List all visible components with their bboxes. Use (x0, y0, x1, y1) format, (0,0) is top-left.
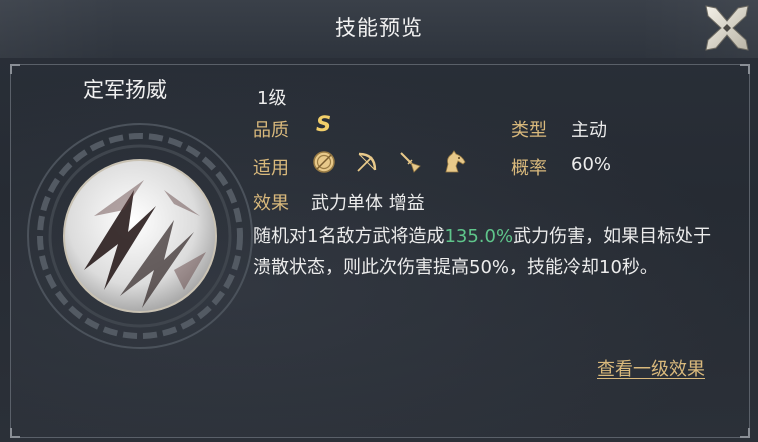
description-text: 随机对1名敌方武将造成 (253, 226, 445, 247)
skill-emblem-icon (27, 123, 253, 349)
view-level-one-effect-link[interactable]: 查看一级效果 (597, 355, 705, 381)
damage-percent: 135.0% (444, 226, 514, 247)
page-title: 技能预览 (335, 16, 423, 40)
shield-icon (313, 151, 335, 173)
skill-level: 1级 (257, 88, 287, 109)
skill-name: 定军扬威 (83, 78, 167, 102)
bow-icon (357, 152, 377, 172)
close-icon (705, 5, 749, 51)
chance-value: 60% (571, 154, 612, 175)
spear-icon (400, 152, 421, 173)
skill-description: 随机对1名敌方武将造成135.0%武力伤害，如果目标处于溃散状态，则此次伤害提高… (253, 221, 723, 283)
horse-icon (445, 150, 466, 173)
header-bar: 技能预览 (0, 0, 758, 58)
effect-label: 效果 (253, 193, 289, 214)
effect-value: 武力单体 增益 (311, 193, 425, 214)
quality-label: 品质 (253, 120, 289, 141)
type-label: 类型 (511, 120, 547, 141)
chance-label: 概率 (511, 158, 547, 179)
applicable-label: 适用 (253, 158, 289, 179)
type-value: 主动 (571, 120, 607, 141)
close-button[interactable] (702, 2, 752, 54)
quality-grade: S (316, 112, 332, 136)
